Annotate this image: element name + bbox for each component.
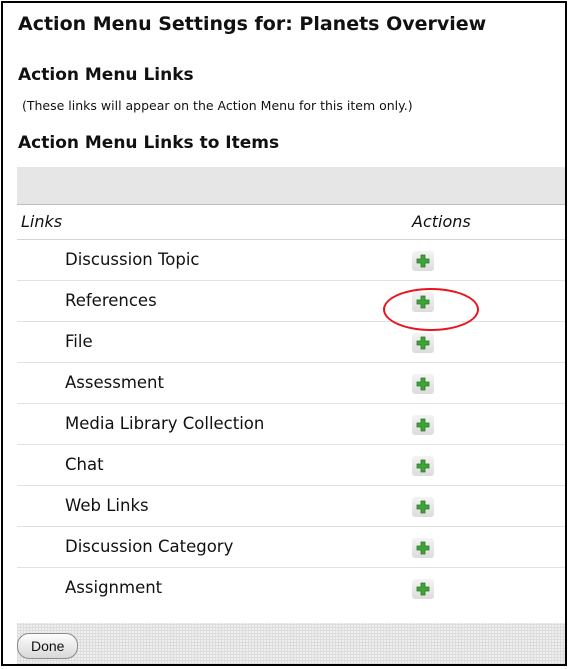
add-media-library-collection-button[interactable] (412, 415, 434, 435)
page-title: Action Menu Settings for: Planets Overvi… (18, 13, 487, 35)
add-discussion-topic-button[interactable] (412, 251, 434, 271)
links-table: Links Actions Discussion Topic Reference… (17, 204, 565, 608)
row-label-web-links: Web Links (65, 496, 149, 515)
add-icon (416, 582, 430, 596)
add-assessment-button[interactable] (412, 374, 434, 394)
column-header-actions: Actions (412, 212, 471, 231)
row-label-assignment: Assignment (65, 578, 163, 597)
row-label-assessment: Assessment (65, 373, 164, 392)
add-web-links-button[interactable] (412, 497, 434, 517)
table-row: Assignment (17, 568, 565, 608)
table-row: Discussion Category (17, 527, 565, 568)
action-menu-links-note: (These links will appear on the Action M… (22, 98, 413, 113)
table-header-row: Links Actions (17, 205, 565, 240)
add-file-button[interactable] (412, 333, 434, 353)
row-label-discussion-topic: Discussion Topic (65, 250, 200, 269)
table-row: Discussion Topic (17, 240, 565, 281)
footer-bar: Done (17, 623, 565, 664)
add-icon (416, 254, 430, 268)
add-icon (416, 377, 430, 391)
row-label-references: References (65, 291, 157, 310)
add-assignment-button[interactable] (412, 579, 434, 599)
add-icon (416, 541, 430, 555)
table-row: File (17, 322, 565, 363)
add-icon (416, 295, 430, 309)
row-label-file: File (65, 332, 93, 351)
row-label-chat: Chat (65, 455, 104, 474)
action-menu-links-heading: Action Menu Links (18, 65, 194, 85)
table-row: References (17, 281, 565, 322)
done-button[interactable]: Done (17, 633, 79, 659)
add-references-button[interactable] (412, 292, 434, 312)
add-icon (416, 418, 430, 432)
table-row: Media Library Collection (17, 404, 565, 445)
add-icon (416, 459, 430, 473)
row-label-media-library-collection: Media Library Collection (65, 414, 265, 433)
row-label-discussion-category: Discussion Category (65, 537, 234, 556)
add-icon (416, 500, 430, 514)
add-chat-button[interactable] (412, 456, 434, 476)
table-row: Web Links (17, 486, 565, 527)
links-to-items-heading: Action Menu Links to Items (18, 133, 280, 153)
table-row: Chat (17, 445, 565, 486)
table-toolbar-bar (17, 167, 565, 204)
action-menu-settings-panel: Action Menu Settings for: Planets Overvi… (1, 1, 567, 666)
table-row: Assessment (17, 363, 565, 404)
add-discussion-category-button[interactable] (412, 538, 434, 558)
add-icon (416, 336, 430, 350)
column-header-links: Links (21, 212, 63, 231)
